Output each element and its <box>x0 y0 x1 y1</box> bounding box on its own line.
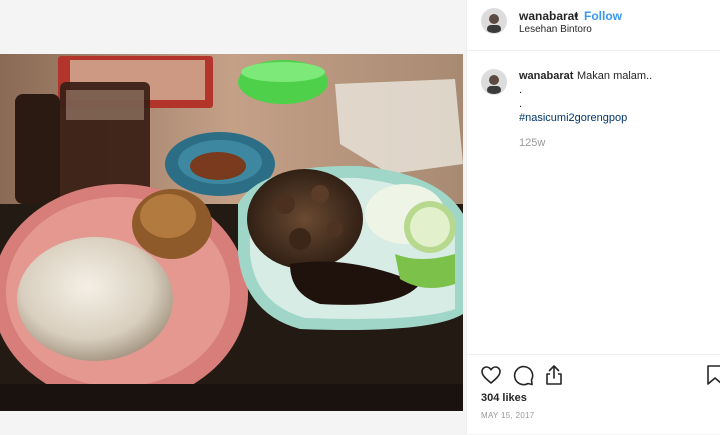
caption-text: Makan malam.. <box>577 70 653 82</box>
caption-line-dot: . <box>519 98 523 110</box>
header-separator: • <box>574 9 579 23</box>
save-button[interactable] <box>703 363 720 387</box>
bookmark-icon <box>707 365 720 385</box>
post-media <box>0 0 466 434</box>
food-photo-image <box>0 54 463 411</box>
comment-button[interactable] <box>511 363 535 387</box>
caption-time[interactable]: 125w <box>519 137 545 149</box>
caption-username[interactable]: wanabarat <box>519 70 573 82</box>
hashtag-link[interactable]: #nasicumi2gorengpop <box>519 112 627 124</box>
post-date[interactable]: MAY 15, 2017 <box>481 411 535 420</box>
post-panel: wanabarat • Follow Lesehan Bintoro wanab… <box>466 0 720 434</box>
share-button[interactable] <box>542 363 566 387</box>
avatar-image <box>482 9 506 33</box>
avatar-image <box>482 70 506 94</box>
user-avatar[interactable] <box>481 8 507 34</box>
share-icon <box>546 365 562 385</box>
likes-count[interactable]: 304 likes <box>481 392 527 404</box>
comment-icon <box>513 365 534 386</box>
like-button[interactable] <box>479 363 503 387</box>
location-link[interactable]: Lesehan Bintoro <box>519 24 592 35</box>
post-header: wanabarat • Follow Lesehan Bintoro <box>467 0 720 51</box>
caption-line-dot: . <box>519 84 523 96</box>
header-username[interactable]: wanabarat <box>519 9 578 23</box>
post-actions: 304 likes MAY 15, 2017 <box>467 354 720 435</box>
caption-avatar[interactable] <box>481 69 507 95</box>
heart-icon <box>481 366 501 384</box>
post-photo[interactable] <box>0 54 463 411</box>
follow-button[interactable]: Follow <box>584 9 622 23</box>
